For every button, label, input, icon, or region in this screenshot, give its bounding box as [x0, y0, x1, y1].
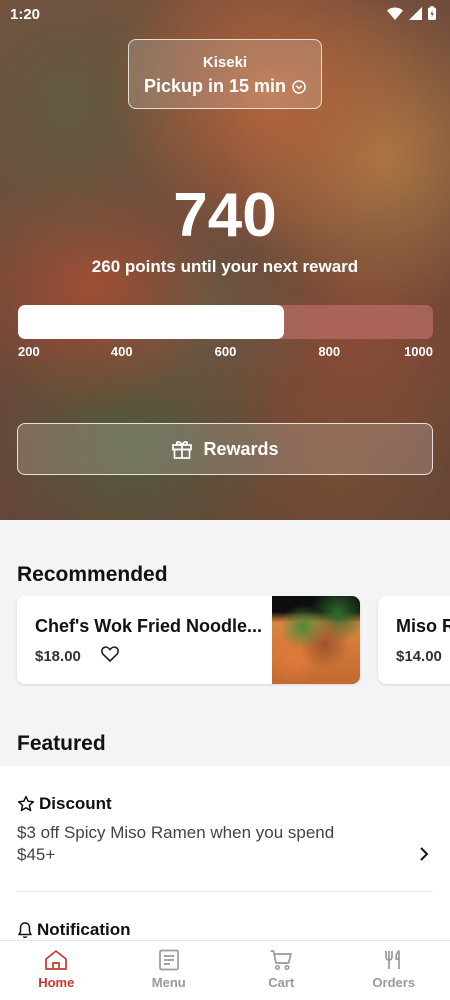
rewards-button[interactable]: Rewards	[17, 423, 433, 475]
tick-label: 600	[214, 344, 237, 359]
tick-label: 1000	[404, 344, 433, 359]
tick-label: 200	[18, 344, 40, 359]
gift-icon	[172, 441, 193, 459]
tab-cart-label: Cart	[268, 975, 295, 990]
featured-title: Featured	[17, 732, 106, 755]
tab-orders-label: Orders	[372, 975, 416, 990]
featured-item-notification[interactable]: Notification	[17, 920, 433, 940]
item-name: Chef's Wok Fried Noodle...	[35, 616, 262, 636]
status-icons	[387, 6, 436, 20]
wifi-icon	[387, 7, 403, 20]
notification-heading-label: Notification	[37, 920, 131, 939]
tab-home[interactable]: Home	[0, 941, 113, 1000]
status-bar: 1:20	[0, 0, 450, 30]
rewards-progress-fill	[18, 305, 284, 339]
recommended-card[interactable]: Chef's Wok Fried Noodle... $18.00	[17, 596, 360, 684]
pickup-eta-label: Pickup in 15 min	[143, 76, 287, 96]
status-time: 1:20	[10, 6, 41, 23]
item-price: $18.00	[35, 648, 81, 665]
discount-heading-label: Discount	[39, 794, 112, 813]
points-balance: 740	[173, 181, 277, 250]
tab-menu-label: Menu	[151, 975, 186, 990]
recommended-carousel[interactable]: Chef's Wok Fried Noodle... $18.00 Miso R…	[0, 596, 450, 686]
tab-cart[interactable]: Cart	[225, 941, 338, 1000]
cart-icon	[270, 950, 293, 971]
favorite-heart-icon[interactable]	[101, 646, 119, 662]
progress-ticks: 200 400 600 800 1000	[18, 344, 433, 360]
home-icon	[45, 950, 68, 970]
item-price: $14.00	[396, 648, 442, 665]
tab-home-label: Home	[38, 975, 75, 990]
rewards-button-label: Rewards	[203, 438, 279, 459]
tab-orders[interactable]: Orders	[338, 941, 450, 1000]
pickup-eta: Pickup in 15 min	[144, 76, 306, 97]
notification-heading: Notification	[17, 920, 433, 940]
rewards-hero: 1:20 Kiseki Pickup in 15 min 740 260 poi…	[0, 0, 450, 520]
pickup-selector[interactable]: Kiseki Pickup in 15 min	[128, 39, 322, 109]
points-subtitle: 260 points until your next reward	[91, 257, 359, 276]
signal-icon	[409, 6, 422, 20]
chevron-down-circle-icon	[292, 79, 306, 94]
battery-icon	[428, 6, 436, 20]
discount-heading: Discount	[17, 794, 433, 814]
menu-icon	[158, 949, 179, 971]
tick-label: 400	[110, 344, 133, 359]
star-icon	[17, 795, 35, 812]
discount-description: $3 off Spicy Miso Ramen when you spend $…	[17, 823, 335, 864]
tab-menu[interactable]: Menu	[113, 941, 226, 1000]
bell-icon	[18, 922, 32, 938]
store-name: Kiseki	[202, 54, 248, 71]
recommended-title: Recommended	[17, 563, 168, 586]
recommended-card[interactable]: Miso R $14.00	[378, 596, 450, 684]
chevron-right-icon[interactable]	[419, 846, 429, 862]
item-image	[272, 596, 360, 684]
featured-item-discount[interactable]: Discount $3 off Spicy Miso Ramen when yo…	[17, 794, 433, 866]
featured-list: Discount $3 off Spicy Miso Ramen when yo…	[0, 766, 450, 941]
tick-label: 800	[318, 344, 341, 359]
rewards-progress-bar	[18, 305, 433, 339]
bottom-tab-bar: Home Menu Cart Orders	[0, 940, 450, 1000]
item-name: Miso R	[396, 616, 450, 636]
orders-icon	[384, 950, 400, 969]
featured-divider	[17, 891, 433, 892]
